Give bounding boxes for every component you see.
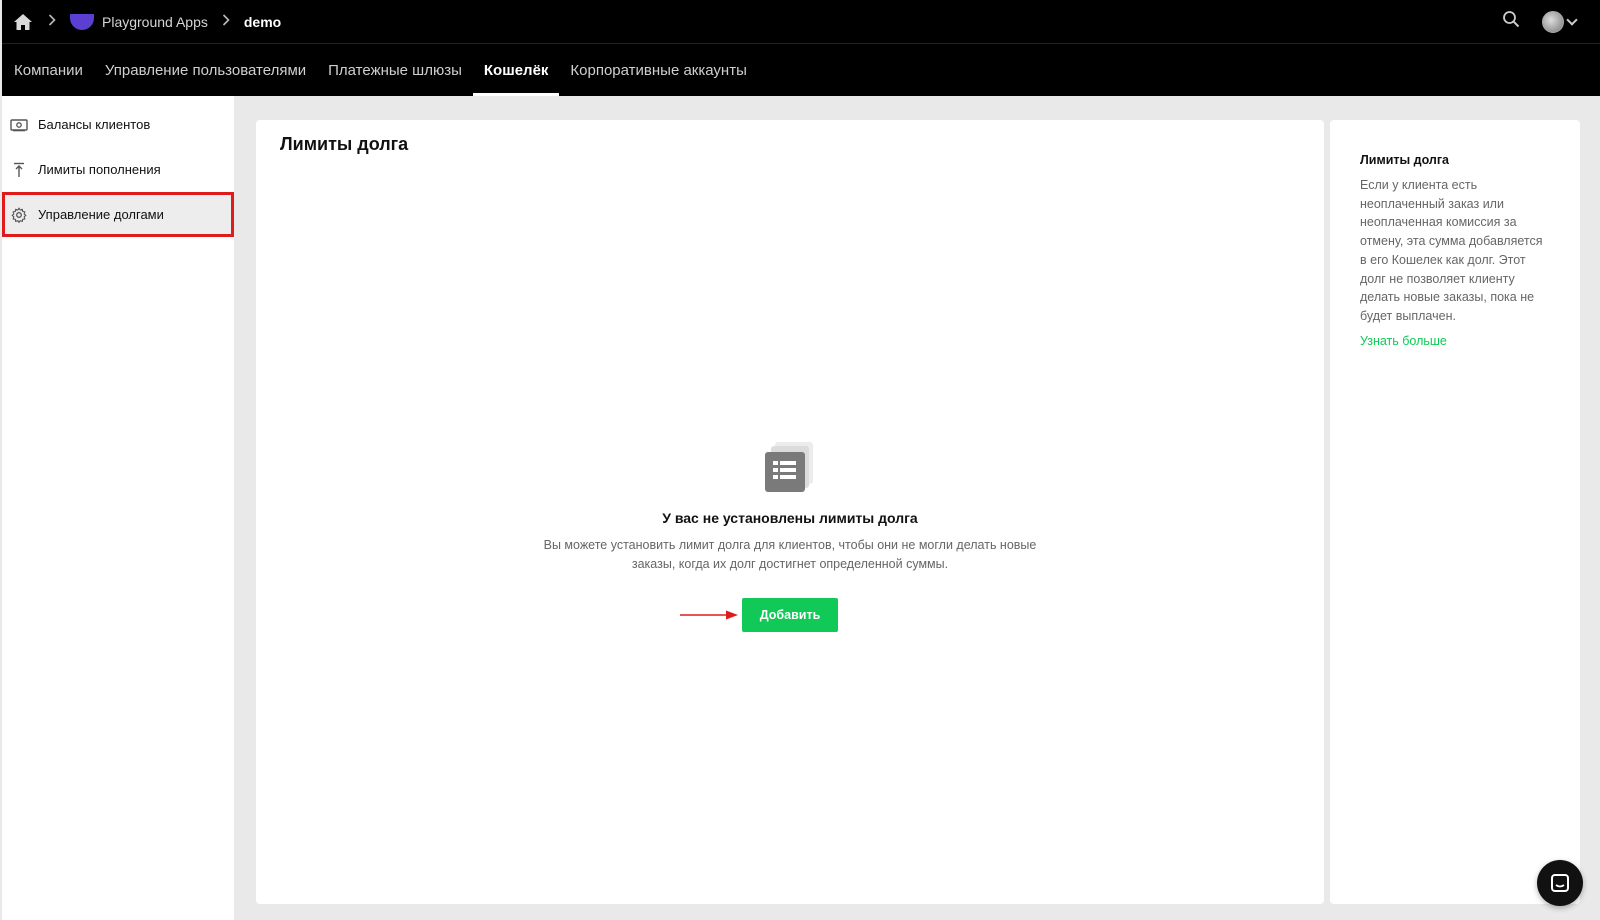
document-stack-icon	[763, 440, 817, 494]
learn-more-link[interactable]: Узнать больше	[1360, 334, 1447, 348]
empty-state-description: Вы можете установить лимит долга для кли…	[543, 538, 1037, 571]
chevron-right-icon	[222, 13, 230, 30]
empty-state: У вас не установлены лимиты долга Вы мож…	[256, 440, 1324, 632]
wallet-icon	[10, 116, 28, 134]
chevron-down-icon	[1566, 13, 1578, 26]
empty-state-title: У вас не установлены лимиты долга	[662, 510, 918, 526]
sidebar-item-label: Лимиты пополнения	[38, 162, 161, 177]
avatar	[1542, 10, 1564, 33]
breadcrumb-current[interactable]: demo	[244, 14, 281, 30]
breadcrumb-app[interactable]: Playground Apps	[102, 14, 208, 30]
top-bar: Playground Apps demo	[2, 0, 1600, 44]
tab-corporate-accounts[interactable]: Корпоративные аккаунты	[559, 44, 757, 96]
topbar-actions	[1502, 10, 1590, 33]
info-text: Если у клиента есть неоплаченный заказ и…	[1360, 178, 1543, 323]
chat-icon	[1551, 874, 1569, 892]
user-menu[interactable]	[1542, 10, 1578, 33]
sidebar-item-label: Балансы клиентов	[38, 117, 151, 132]
sidebar-item-label: Управление долгами	[38, 207, 164, 222]
chevron-right-icon	[48, 13, 56, 30]
sidebar-item-topup-limits[interactable]: Лимиты пополнения	[2, 147, 234, 192]
breadcrumb: Playground Apps demo	[12, 11, 281, 33]
home-icon[interactable]	[12, 11, 34, 33]
info-panel: Лимиты долга Если у клиента есть неоплач…	[1330, 120, 1580, 904]
tab-user-management[interactable]: Управление пользователями	[94, 44, 317, 96]
sidebar: Балансы клиентов Лимиты пополнения Управ…	[2, 96, 234, 920]
chat-button[interactable]	[1537, 860, 1583, 906]
app-root: Playground Apps demo Компании Управление…	[0, 0, 1600, 920]
tab-companies[interactable]: Компании	[12, 44, 94, 96]
info-title: Лимиты долга	[1360, 153, 1450, 167]
tab-payment-gateways[interactable]: Платежные шлюзы	[317, 44, 473, 96]
app-logo-icon[interactable]	[70, 13, 94, 30]
tab-wallet[interactable]: Кошелёк	[472, 44, 560, 96]
sidebar-item-client-balances[interactable]: Балансы клиентов	[2, 102, 234, 147]
search-icon[interactable]	[1502, 10, 1520, 33]
page-title: Лимиты долга	[280, 134, 409, 154]
upload-icon	[10, 161, 28, 179]
main-card: Лимиты долга У вас не установлены лимиты…	[256, 120, 1324, 904]
add-button[interactable]: Добавить	[742, 598, 838, 632]
main-nav: Компании Управление пользователями Плате…	[2, 44, 1600, 96]
sidebar-item-debt-management[interactable]: Управление долгами	[2, 192, 234, 237]
add-row: Добавить	[680, 598, 838, 632]
red-arrow-icon	[680, 610, 738, 620]
gear-icon	[10, 206, 28, 224]
